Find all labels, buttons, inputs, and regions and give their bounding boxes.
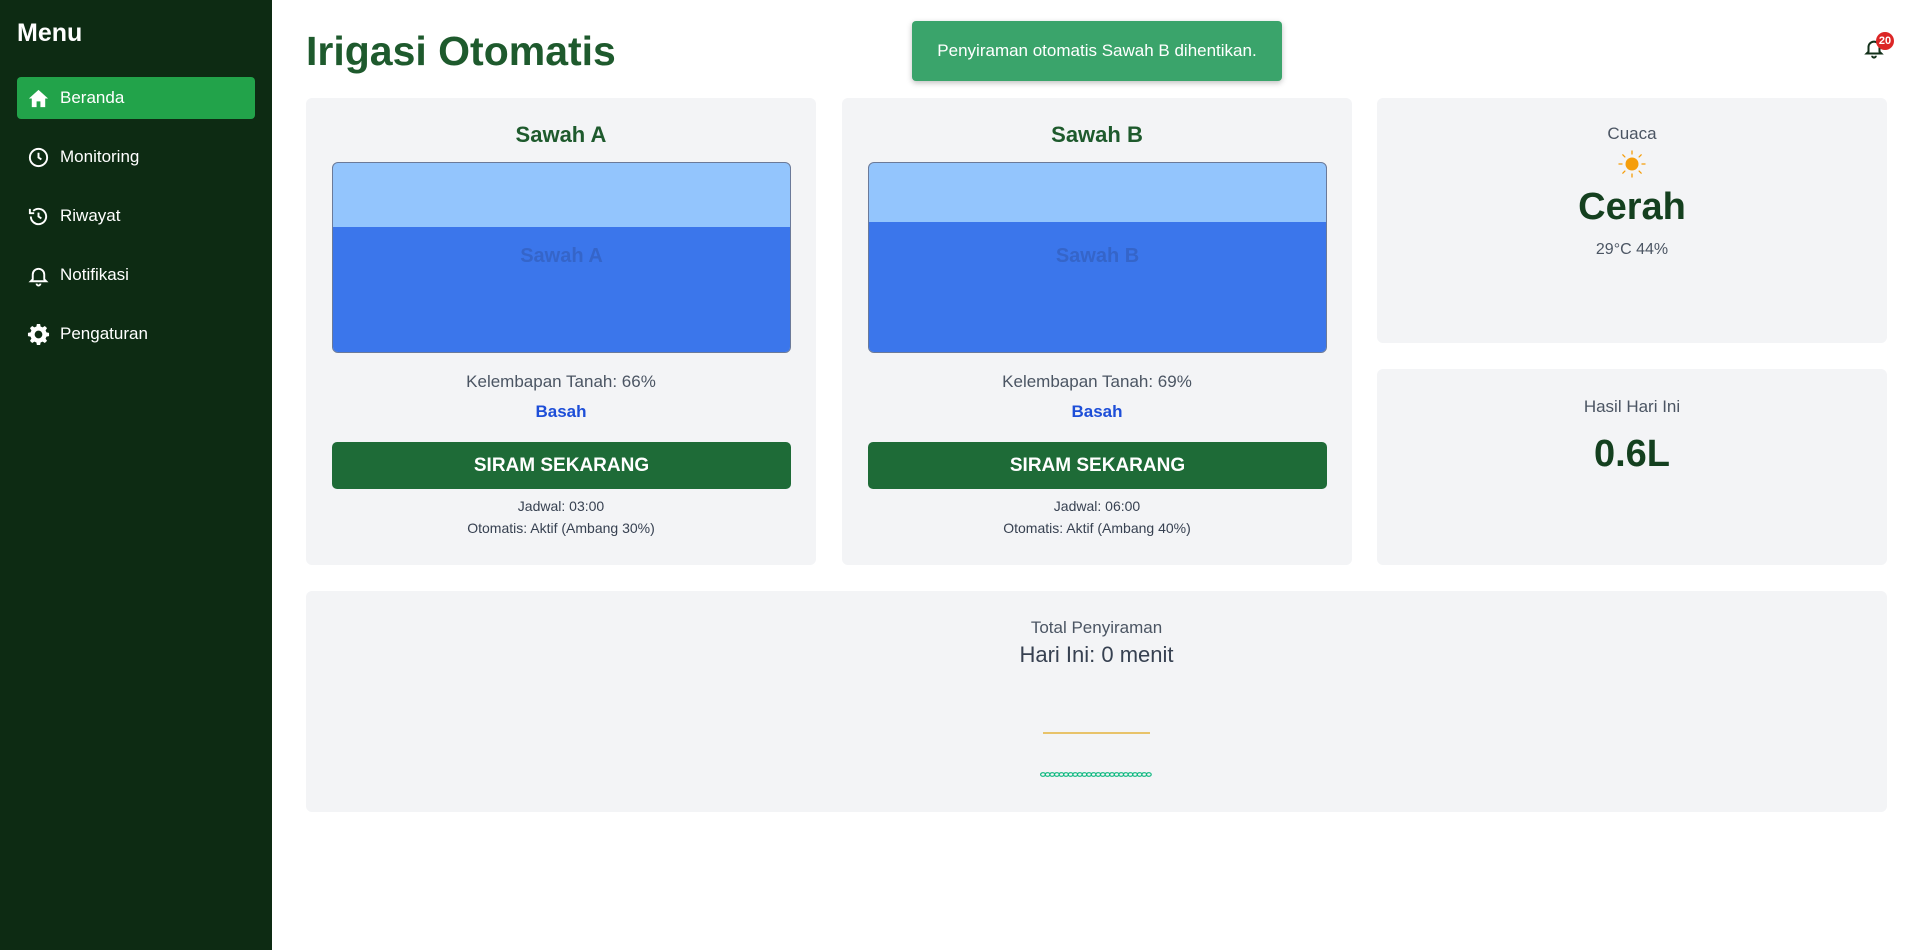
field-name: Sawah B: [1051, 122, 1143, 147]
clock-icon: [28, 147, 49, 167]
page-title: Irigasi Otomatis: [306, 28, 616, 74]
water-now-button[interactable]: SIRAM SEKARANG: [332, 442, 791, 489]
weather-detail: 29°C 44%: [1595, 241, 1669, 258]
sidebar-item-label: Riwayat: [60, 206, 121, 225]
bell-icon: [28, 267, 49, 286]
schedule-text: Jadwal: 06:00: [1053, 498, 1141, 514]
yield-label: Hasil Hari Ini: [1583, 397, 1681, 416]
auto-mode-text: Otomatis: Aktif (Ambang 40%): [1003, 520, 1191, 536]
sidebar-item-label: Pengaturan: [60, 324, 148, 343]
sidebar-item-label: Beranda: [60, 88, 125, 107]
moisture-status: Basah: [535, 402, 587, 421]
notification-badge: 20: [1876, 32, 1894, 50]
total-label: Total Penyiraman: [1030, 618, 1163, 637]
sun-icon: [1618, 150, 1646, 178]
yield-card: Hasil Hari Ini 0.6L: [1377, 369, 1887, 565]
auto-mode-text: Otomatis: Aktif (Ambang 30%): [467, 520, 655, 536]
soil-moisture: Kelembapan Tanah: 66%: [466, 372, 656, 391]
gear-icon: [27, 323, 50, 345]
water-tank: Sawah B: [868, 162, 1327, 353]
sidebar-item-beranda[interactable]: Beranda: [17, 77, 255, 119]
field-card-sawah-a: Sawah A Sawah A Kelembapan Tanah: 66% Ba…: [306, 98, 816, 565]
weather-label: Cuaca: [1607, 124, 1657, 143]
history-icon: [28, 207, 48, 225]
sidebar: Menu Beranda Monitoring Riwayat Notifika…: [0, 0, 272, 950]
sidebar-item-riwayat[interactable]: Riwayat: [17, 195, 255, 237]
schedule-text: Jadwal: 03:00: [517, 498, 605, 514]
toast-notification: Penyiraman otomatis Sawah B dihentikan.: [912, 21, 1282, 81]
water-tank: Sawah A: [332, 162, 791, 353]
water-now-button[interactable]: SIRAM SEKARANG: [868, 442, 1327, 489]
tank-label: Sawah A: [520, 245, 603, 267]
field-name: Sawah A: [515, 122, 607, 147]
moisture-status: Basah: [1071, 402, 1123, 421]
sidebar-item-label: Monitoring: [60, 147, 140, 166]
menu-title: Menu: [17, 19, 83, 47]
home-icon: [28, 89, 49, 107]
decorative-chain: [1040, 772, 1152, 777]
decorative-line: [1043, 732, 1150, 734]
soil-moisture: Kelembapan Tanah: 69%: [1002, 372, 1192, 391]
total-watering-card: Total Penyiraman Hari Ini: 0 menit: [306, 591, 1887, 812]
field-card-sawah-b: Sawah B Sawah B Kelembapan Tanah: 69% Ba…: [842, 98, 1352, 565]
sidebar-item-notifikasi[interactable]: Notifikasi: [17, 254, 255, 296]
tank-label: Sawah B: [1055, 245, 1140, 267]
sidebar-item-pengaturan[interactable]: Pengaturan: [17, 313, 255, 355]
yield-value: 0.6L: [1593, 433, 1671, 475]
toast-message: Penyiraman otomatis Sawah B dihentikan.: [937, 41, 1257, 60]
weather-condition: Cerah: [1578, 186, 1686, 228]
sidebar-item-monitoring[interactable]: Monitoring: [17, 136, 255, 178]
total-value: Hari Ini: 0 menit: [1019, 642, 1174, 667]
sidebar-item-label: Notifikasi: [60, 265, 129, 284]
weather-card: Cuaca Cerah 29°C 44%: [1377, 98, 1887, 343]
sidebar-nav: Beranda Monitoring Riwayat Notifikasi Pe…: [17, 77, 255, 372]
water-level-fill: [869, 221, 1326, 352]
